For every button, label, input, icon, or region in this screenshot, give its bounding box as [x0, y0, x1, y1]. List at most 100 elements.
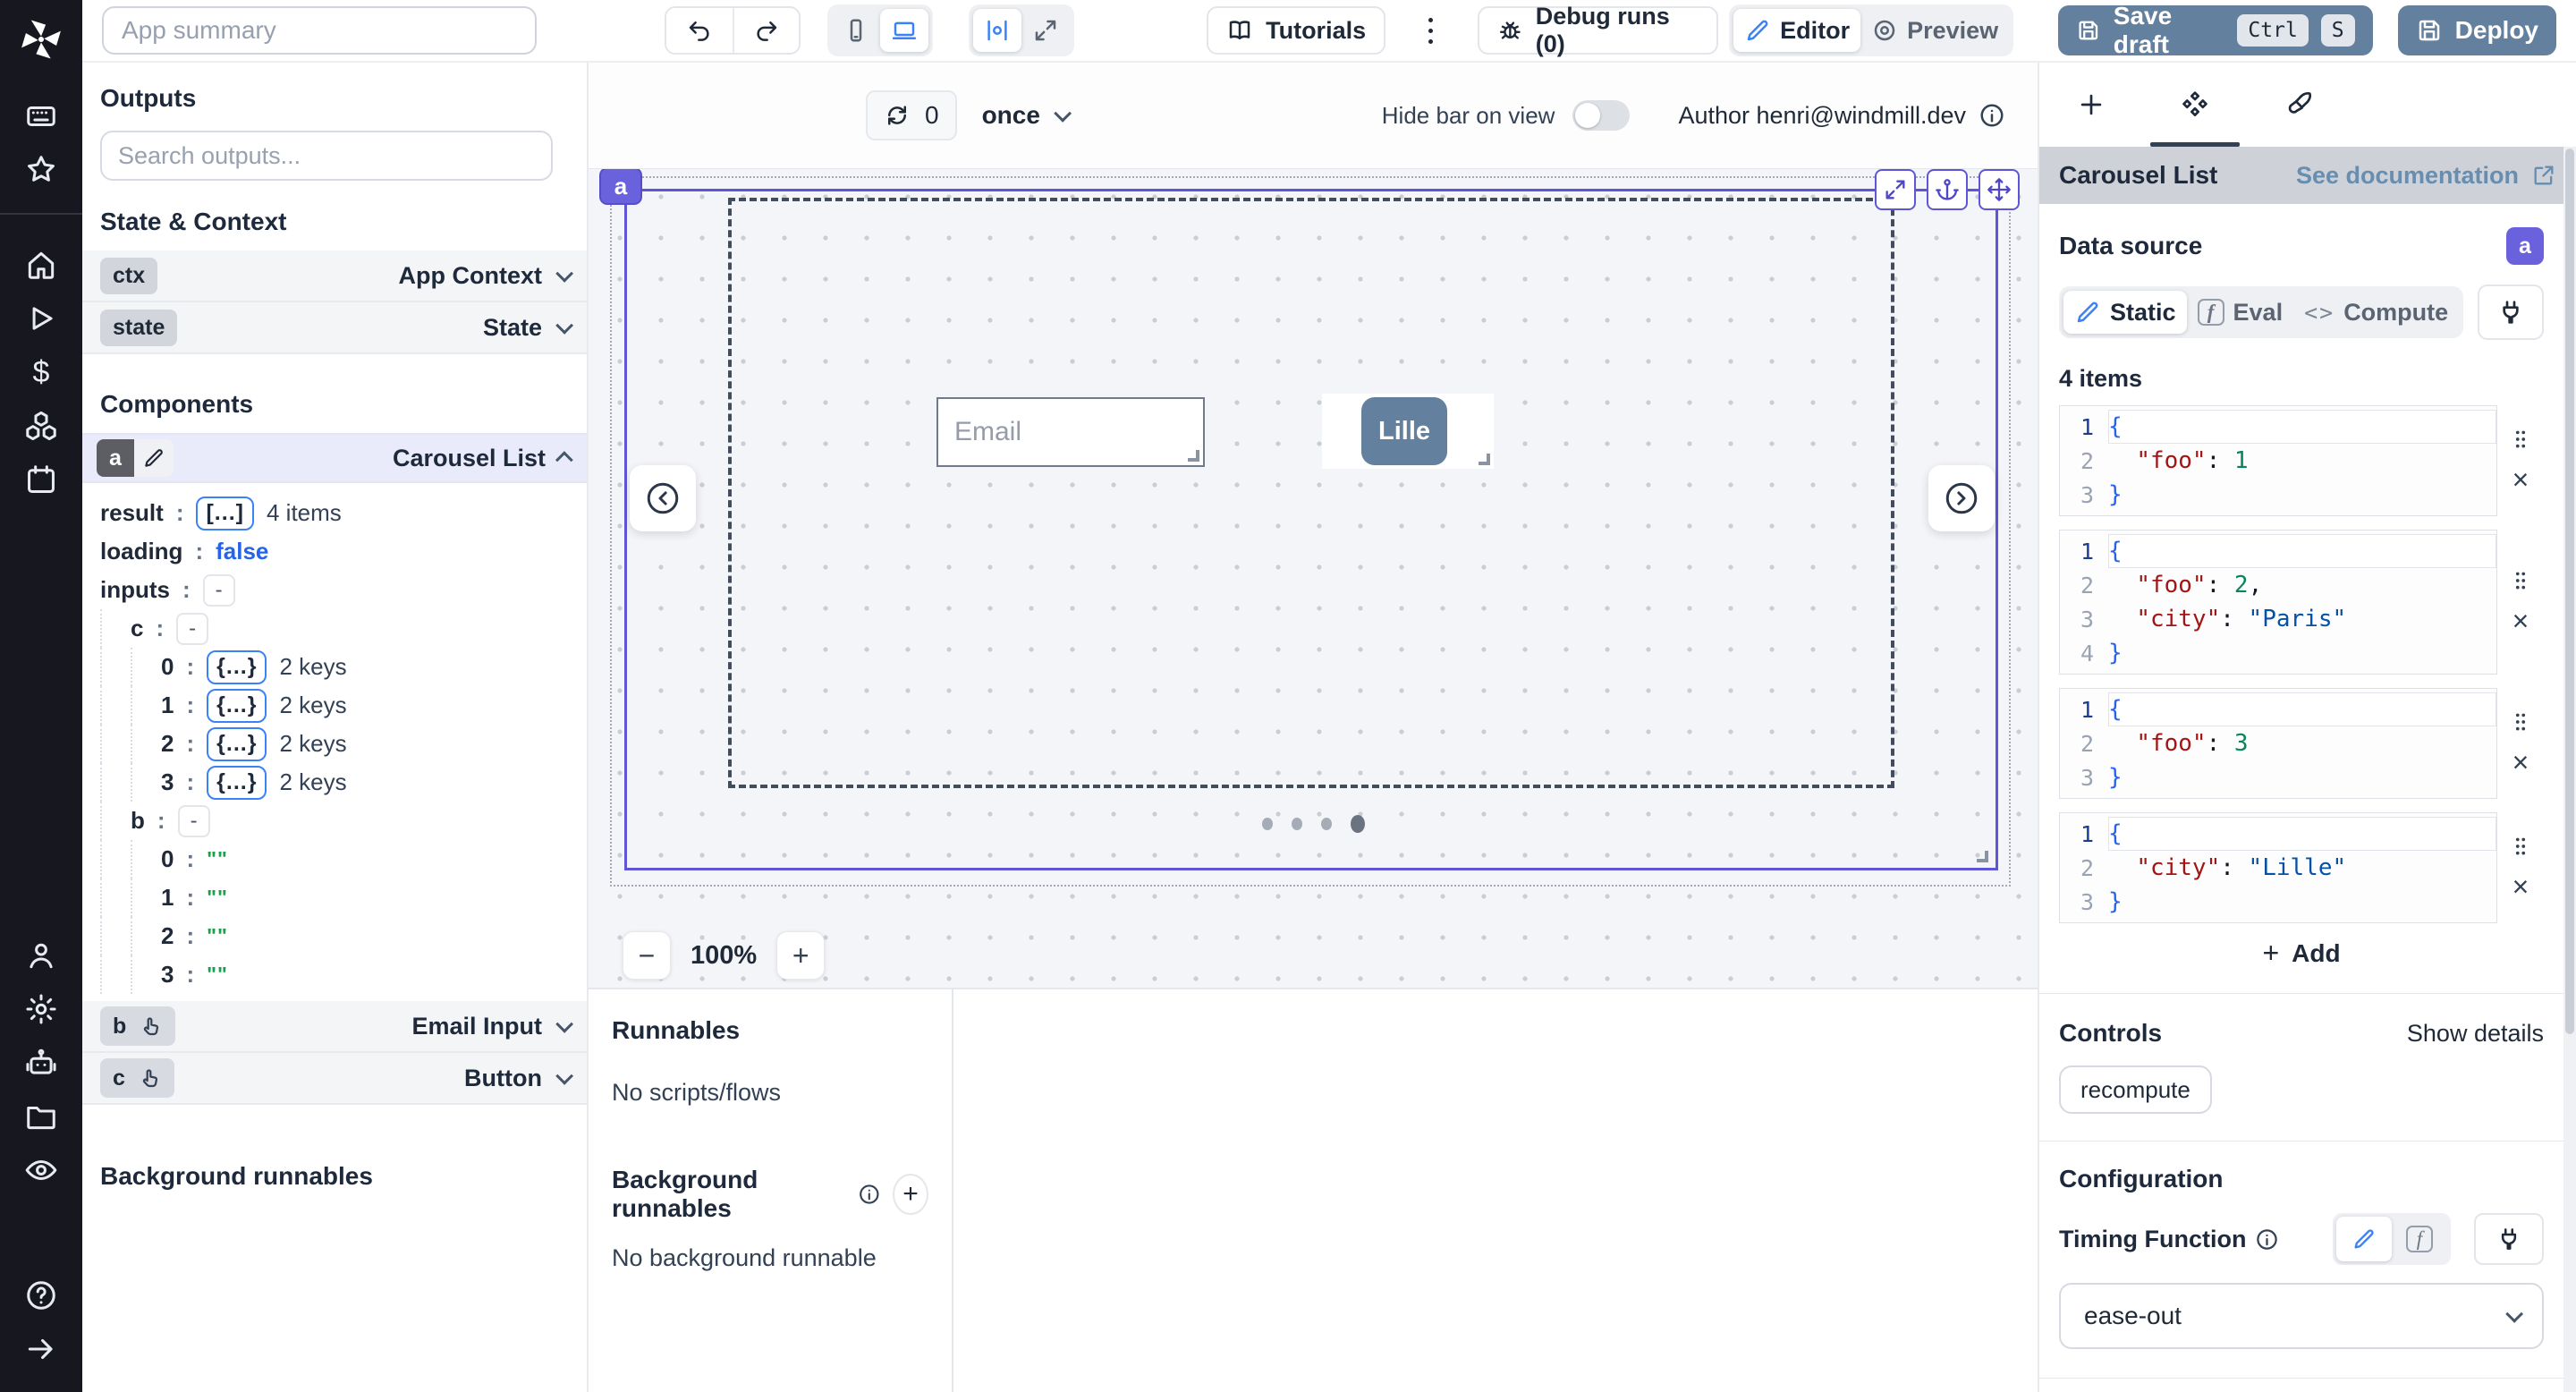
- canvas-viewport[interactable]: a Email Lille − 100% +: [589, 168, 2038, 988]
- canvas-component-id-badge[interactable]: a: [599, 168, 642, 205]
- refresh-count-button[interactable]: 0: [866, 90, 957, 140]
- home-icon[interactable]: [13, 238, 70, 292]
- carousel-item-container[interactable]: [728, 198, 1894, 788]
- ctx-row[interactable]: ctx App Context: [82, 250, 587, 302]
- workers-robot-icon[interactable]: [13, 1036, 70, 1090]
- timing-plug-button[interactable]: [2474, 1213, 2544, 1265]
- fullscreen-button[interactable]: [1021, 9, 1070, 52]
- chevron-down-icon[interactable]: [555, 1067, 573, 1085]
- json-editor[interactable]: 1{2 "city": "Lille"3}: [2059, 812, 2497, 923]
- delete-item-icon[interactable]: ×: [2512, 748, 2529, 777]
- tree-row[interactable]: 2:{...}2 keys: [100, 725, 578, 763]
- center-spacing-button[interactable]: [973, 9, 1021, 52]
- folders-icon[interactable]: [13, 1090, 70, 1143]
- resize-handle[interactable]: [1188, 450, 1199, 462]
- button-component-wrapper[interactable]: Lille: [1322, 394, 1494, 469]
- tree-row[interactable]: 2:"": [100, 917, 578, 955]
- expand-token[interactable]: {...}: [207, 689, 267, 723]
- add-background-runnable-button[interactable]: +: [893, 1174, 928, 1215]
- resize-handle[interactable]: [1479, 454, 1490, 465]
- mobile-view-button[interactable]: [832, 9, 880, 52]
- deploy-button[interactable]: Deploy: [2398, 5, 2556, 55]
- chevron-up-icon[interactable]: [555, 451, 573, 469]
- tree-row[interactable]: c:-: [100, 609, 578, 648]
- resources-cubes-icon[interactable]: [13, 399, 70, 453]
- drag-handle-icon[interactable]: [2509, 569, 2532, 592]
- timing-eval-button[interactable]: f: [2392, 1217, 2447, 1261]
- tree-row[interactable]: b:-: [100, 802, 578, 840]
- zoom-in-button[interactable]: +: [776, 931, 825, 980]
- users-icon[interactable]: [13, 929, 70, 982]
- anchor-component-button[interactable]: [1927, 169, 1968, 210]
- expand-sidebar-arrow-icon[interactable]: [13, 1322, 70, 1376]
- preview-tab[interactable]: Preview: [1860, 9, 2009, 52]
- save-draft-button[interactable]: Save draft Ctrl S: [2058, 5, 2373, 55]
- tree-row[interactable]: 0:"": [100, 840, 578, 878]
- tree-row[interactable]: 3:"": [100, 955, 578, 994]
- redo-button[interactable]: [733, 8, 799, 53]
- scrollbar-thumb[interactable]: [2565, 149, 2574, 1034]
- expand-token[interactable]: [...]: [196, 497, 254, 530]
- see-documentation-link[interactable]: See documentation: [2296, 162, 2556, 190]
- more-options-kebab-icon[interactable]: [1419, 18, 1442, 44]
- recompute-button[interactable]: recompute: [2059, 1065, 2212, 1114]
- refresh-mode-dropdown[interactable]: once: [982, 101, 1067, 130]
- drag-handle-icon[interactable]: [2509, 428, 2532, 451]
- add-item-button[interactable]: + Add: [2262, 937, 2340, 970]
- desktop-view-button[interactable]: [880, 9, 928, 52]
- edit-id-pencil-icon[interactable]: [134, 439, 174, 477]
- favorites-star-icon[interactable]: [13, 143, 70, 197]
- collapse-box[interactable]: -: [178, 805, 210, 837]
- undo-button[interactable]: [666, 8, 733, 53]
- carousel-dot[interactable]: [1321, 818, 1332, 830]
- carousel-dot[interactable]: [1351, 815, 1365, 833]
- insert-component-tab[interactable]: [2039, 63, 2143, 147]
- timing-function-select[interactable]: ease-out: [2059, 1283, 2544, 1349]
- carousel-next-button[interactable]: [1928, 465, 1995, 531]
- tree-row[interactable]: inputs:-: [100, 571, 578, 609]
- eval-mode-button[interactable]: f Eval: [2187, 291, 2294, 334]
- collapse-box[interactable]: -: [203, 574, 235, 607]
- help-icon[interactable]: [13, 1269, 70, 1322]
- move-component-button[interactable]: [1979, 169, 2020, 210]
- debug-runs-button[interactable]: Debug runs (0): [1478, 6, 1718, 55]
- tree-row[interactable]: 0:{...}2 keys: [100, 648, 578, 686]
- search-outputs-input[interactable]: [100, 131, 553, 181]
- component-row-b[interactable]: b Email Input: [82, 1001, 587, 1053]
- tutorials-button[interactable]: Tutorials: [1207, 6, 1385, 55]
- json-editor[interactable]: 1{2 "foo": 13}: [2059, 405, 2497, 516]
- show-details-button[interactable]: Show details: [2407, 1020, 2544, 1048]
- schedules-calendar-icon[interactable]: [13, 453, 70, 506]
- zoom-out-button[interactable]: −: [623, 931, 671, 980]
- drag-handle-icon[interactable]: [2509, 710, 2532, 734]
- tree-row[interactable]: result:[...]4 items: [100, 494, 578, 532]
- info-icon[interactable]: [1979, 102, 2005, 129]
- tree-row[interactable]: 3:{...}2 keys: [100, 763, 578, 802]
- settings-gear-icon[interactable]: [13, 982, 70, 1036]
- collapse-box[interactable]: -: [176, 613, 208, 645]
- lille-button-component[interactable]: Lille: [1361, 397, 1447, 465]
- expand-component-button[interactable]: [1875, 169, 1916, 210]
- component-row-a[interactable]: a Carousel List: [82, 433, 587, 483]
- tree-row[interactable]: 1:"": [100, 878, 578, 917]
- connect-plug-button[interactable]: [2478, 284, 2544, 340]
- audit-eye-icon[interactable]: [13, 1143, 70, 1197]
- chevron-down-icon[interactable]: [555, 1015, 573, 1033]
- expand-token[interactable]: {...}: [207, 727, 267, 761]
- expand-token[interactable]: {...}: [207, 766, 267, 800]
- runs-play-icon[interactable]: [13, 292, 70, 345]
- chevron-down-icon[interactable]: [555, 317, 573, 335]
- expand-token[interactable]: {...}: [207, 650, 267, 684]
- chevron-down-icon[interactable]: [555, 265, 573, 283]
- json-editor[interactable]: 1{2 "foo": 33}: [2059, 688, 2497, 799]
- hide-bar-toggle[interactable]: [1572, 100, 1630, 131]
- windmill-logo-icon[interactable]: [16, 14, 66, 64]
- delete-item-icon[interactable]: ×: [2512, 465, 2529, 494]
- delete-item-icon[interactable]: ×: [2512, 607, 2529, 635]
- tree-row[interactable]: loading:false: [100, 532, 578, 571]
- apps-icon[interactable]: [13, 89, 70, 143]
- timing-static-button[interactable]: [2336, 1217, 2392, 1261]
- component-settings-tab[interactable]: [2143, 63, 2247, 147]
- component-row-c[interactable]: c Button: [82, 1053, 587, 1105]
- json-editor[interactable]: 1{2 "foo": 2,3 "city": "Paris"4}: [2059, 530, 2497, 675]
